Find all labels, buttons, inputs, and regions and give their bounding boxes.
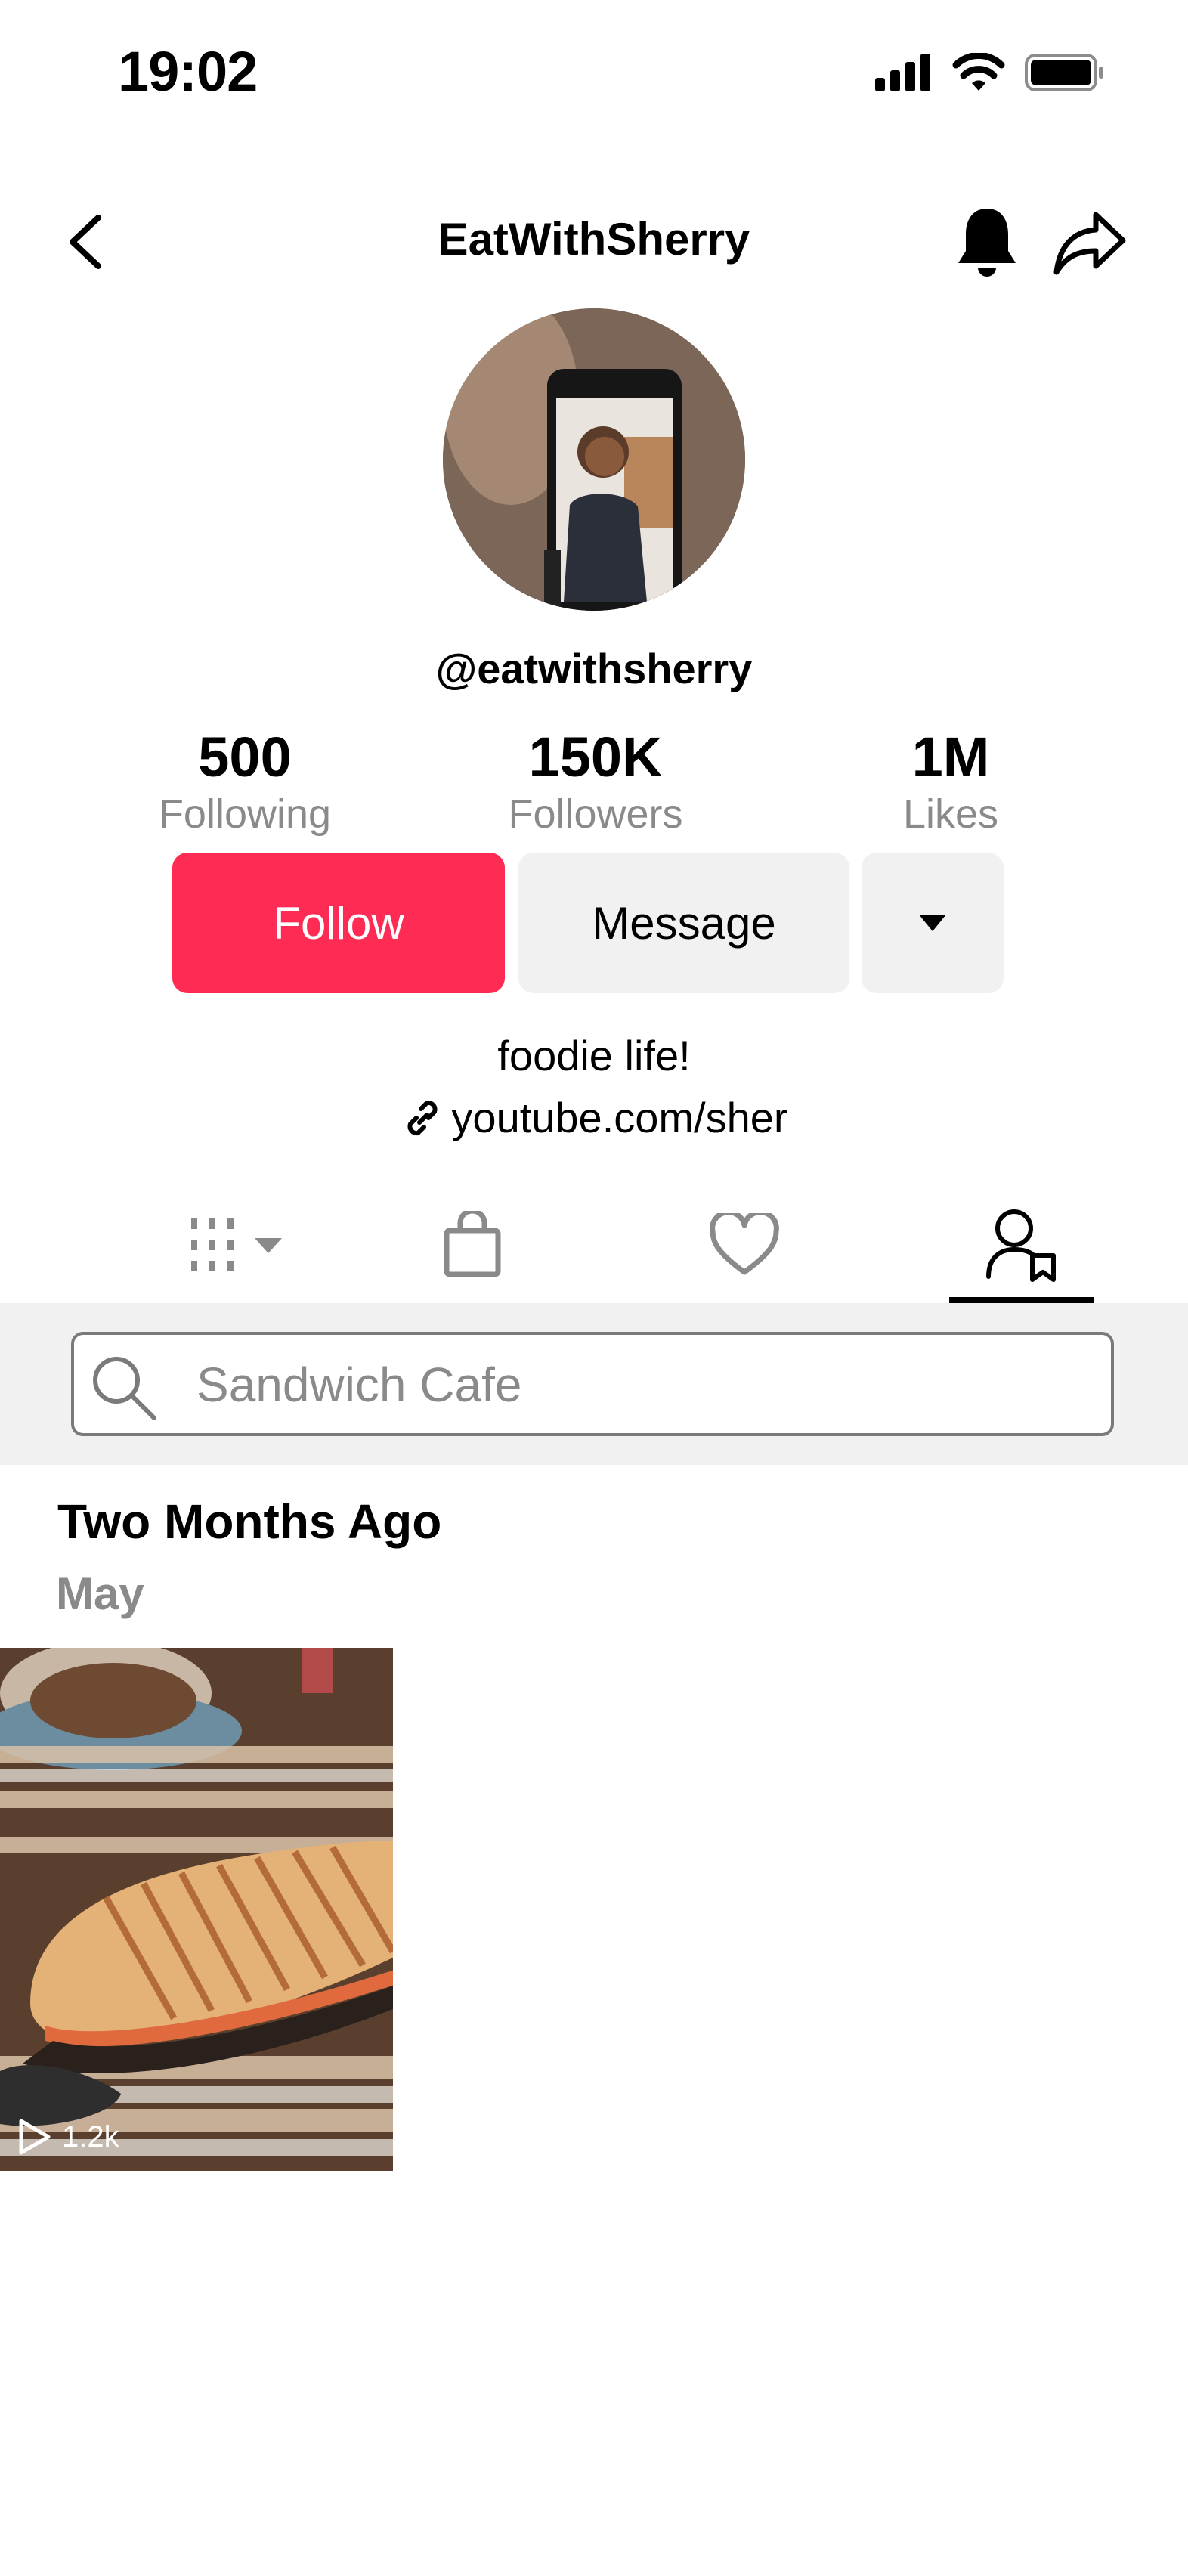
likes-label: Likes bbox=[902, 791, 999, 837]
avatar[interactable] bbox=[443, 308, 745, 611]
section-title: Two Months Ago bbox=[57, 1494, 442, 1549]
tab-favorites[interactable] bbox=[934, 1187, 1109, 1303]
wifi-icon bbox=[952, 53, 1005, 91]
view-count: 1.2k bbox=[17, 2118, 119, 2156]
profile-link[interactable]: youtube.com/sher bbox=[0, 1093, 1188, 1142]
bio-text: foodie life! bbox=[497, 1032, 691, 1079]
following-count: 500 bbox=[198, 726, 292, 788]
section-subtitle: May bbox=[56, 1568, 144, 1619]
profile-handle: @eatwithsherry bbox=[435, 645, 753, 692]
status-time: 19:02 bbox=[118, 40, 258, 103]
link-icon bbox=[407, 1100, 438, 1135]
following-label: Following bbox=[158, 791, 332, 837]
tab-shop[interactable] bbox=[385, 1187, 559, 1303]
shopping-bag-icon bbox=[444, 1211, 501, 1277]
favorites-user-icon bbox=[986, 1209, 1056, 1282]
view-count-text: 1.2k bbox=[62, 2119, 119, 2153]
bell-icon[interactable] bbox=[954, 204, 1020, 280]
share-arrow-icon[interactable] bbox=[1052, 209, 1128, 277]
sandwich-thumbnail-image bbox=[0, 1648, 393, 2171]
search-bar-area bbox=[0, 1303, 1188, 1465]
likes-count: 1M bbox=[911, 726, 990, 788]
heart-icon bbox=[710, 1213, 779, 1275]
followers-count: 150K bbox=[528, 726, 663, 788]
caret-down-icon bbox=[919, 915, 946, 931]
active-tab-indicator bbox=[949, 1297, 1094, 1303]
search-icon bbox=[93, 1357, 156, 1420]
follow-button[interactable]: Follow bbox=[172, 853, 505, 993]
more-options-button[interactable] bbox=[862, 853, 1004, 993]
message-button[interactable]: Message bbox=[518, 853, 849, 993]
status-icons bbox=[875, 53, 1105, 92]
video-thumbnail[interactable]: 1.2k bbox=[0, 1648, 393, 2171]
videos-grid-icon bbox=[191, 1218, 282, 1271]
stat-followers[interactable]: 150K Followers bbox=[452, 727, 739, 841]
stat-likes[interactable]: 1M Likes bbox=[807, 727, 1094, 841]
cellular-signal-icon bbox=[875, 54, 930, 91]
battery-icon bbox=[1025, 54, 1103, 91]
followers-label: Followers bbox=[508, 791, 683, 837]
tab-videos[interactable] bbox=[113, 1187, 363, 1303]
stat-following[interactable]: 500 Following bbox=[101, 727, 388, 841]
search-input[interactable] bbox=[195, 1335, 1090, 1435]
profile-link-text[interactable]: youtube.com/sher bbox=[451, 1093, 787, 1142]
play-icon bbox=[19, 2119, 51, 2155]
avatar-photo bbox=[443, 308, 745, 611]
tab-liked[interactable] bbox=[657, 1187, 831, 1303]
search-box[interactable] bbox=[71, 1332, 1114, 1436]
profile-tabs bbox=[0, 1187, 1188, 1303]
